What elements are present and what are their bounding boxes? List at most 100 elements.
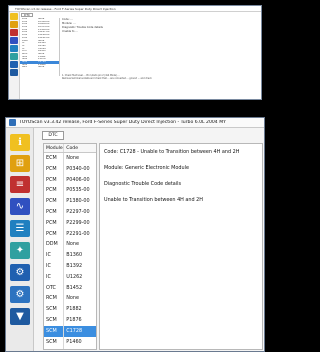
info-icon[interactable]: ℹ <box>10 134 30 151</box>
table-row[interactable]: RCM None <box>44 293 96 305</box>
dtc-icon[interactable] <box>10 29 18 36</box>
main-titlebar: TOYOScan v3.3.42 release, Ford F-Series … <box>6 118 264 128</box>
cell-module: PCM <box>44 174 65 186</box>
screenshot-page: TOYOScan v3.4x release - Ford F-Series S… <box>0 0 270 352</box>
cell-code: None <box>64 347 96 349</box>
dtc-icon-glyph: ≡ <box>15 178 25 190</box>
cell-code: P2291-00 <box>66 230 90 237</box>
table-header: Module Code <box>44 144 96 153</box>
top-list-row[interactable]: ABS None <box>20 66 59 69</box>
table-body: ECM None PCM P0340-00 PCM P0406-00 PCM P0535-00… <box>44 153 96 349</box>
gear-icon[interactable]: ⚙ <box>10 264 30 281</box>
detail-description: Unable to Transition between 4H and 2H <box>104 197 203 203</box>
gauge-icon[interactable]: ⊞ <box>10 155 30 172</box>
sidebar: ℹ ⊞ ≡ ∿ ☰ ✦ ⚙ ⚙ ▼ <box>6 128 34 351</box>
table-row[interactable]: IC U1262 <box>44 271 96 283</box>
info-icon[interactable] <box>10 13 18 20</box>
network-icon[interactable]: ⚙ <box>10 286 30 303</box>
wrench-icon[interactable]: ✦ <box>10 242 30 259</box>
cell-code: None <box>66 155 80 161</box>
cell-module: PCM <box>44 217 65 229</box>
cell-code: P0340-00 <box>66 165 90 172</box>
table-row[interactable]: PCM P0535-00 <box>44 185 96 197</box>
graph-icon[interactable] <box>10 37 18 44</box>
table-row[interactable]: IC B1360 <box>44 250 96 261</box>
table-row[interactable]: DDM None <box>44 239 96 251</box>
tab-dtc[interactable]: DTC <box>42 131 64 140</box>
cell-code: P0535-00 <box>66 187 90 194</box>
cell-module: OTC <box>44 282 65 294</box>
cell-code: P1460 <box>66 338 82 345</box>
column-header-code[interactable]: Code <box>64 144 96 152</box>
wrench-icon[interactable] <box>10 53 18 60</box>
cell-module: PCM <box>44 228 65 240</box>
wrench-icon-glyph: ✦ <box>15 244 25 256</box>
app-icon <box>9 119 16 126</box>
cell-module: RCM <box>44 293 65 305</box>
gauge-icon-glyph: ⊞ <box>15 157 25 169</box>
cell-module: DDM <box>44 239 65 251</box>
table-row[interactable]: SCM C1728 <box>44 325 96 337</box>
table-row[interactable]: IC B1392 <box>44 260 96 272</box>
top-dtc-list: ECM None PCM P0340-00 PCM P0406-00 PCM P0535-00… <box>20 18 60 76</box>
dtc-icon[interactable]: ≡ <box>10 176 30 193</box>
gear-icon[interactable] <box>10 61 18 68</box>
top-window-title: TOYOScan v3.4x release - Ford F-Series S… <box>9 6 261 12</box>
shield-icon[interactable]: ▼ <box>10 308 30 325</box>
graph-icon[interactable]: ∿ <box>10 198 30 215</box>
table-row[interactable]: SCM P1460 <box>44 336 96 348</box>
cell-code: P2299-00 <box>66 219 90 226</box>
cell-module: ECM <box>44 153 65 164</box>
table-row[interactable]: PCM P2297-00 <box>44 206 96 218</box>
cell-module: SCM <box>44 314 65 326</box>
top-detail-panel: Code: ... Module: ... Diagnostic Trouble… <box>62 18 257 34</box>
cell-code: None <box>66 295 80 302</box>
shield-icon[interactable] <box>10 69 18 76</box>
detail-code-line: Code: C1728 - Unable to Transition betwe… <box>104 149 240 155</box>
cell-module: PCM <box>44 206 65 218</box>
top-footer-text: 1. Check fluid level ... Pin 1/Auto pin … <box>62 74 257 80</box>
gauge-icon[interactable] <box>10 21 18 28</box>
table-row[interactable]: ABSNone <box>44 347 96 349</box>
cell-code: U1262 <box>66 273 83 280</box>
cell-module: IC <box>44 271 65 283</box>
table-row[interactable]: PCM P0406-00 <box>44 174 96 186</box>
top-row-code: None <box>38 66 45 69</box>
cell-module: IC <box>44 260 65 272</box>
cell-code: B1452 <box>66 284 83 291</box>
detail-panel: Code: C1728 - Unable to Transition betwe… <box>99 143 263 350</box>
main-window: TOYOScan v3.3.42 release, Ford F-Series … <box>5 117 265 352</box>
table-row[interactable]: OTC B1452 <box>44 282 96 294</box>
cell-code: B1392 <box>66 262 83 269</box>
cell-code: P2297-00 <box>66 208 90 215</box>
cell-module: ABS <box>44 347 65 349</box>
cell-code: C1728 <box>66 327 83 334</box>
cell-code: P1876 <box>66 316 82 323</box>
network-icon-glyph: ⚙ <box>15 288 25 300</box>
top-window: TOYOScan v3.4x release - Ford F-Series S… <box>8 5 262 100</box>
table-row[interactable]: PCM P1380-00 <box>44 196 96 207</box>
table-row[interactable]: PCM P0340-00 <box>44 163 96 175</box>
cell-code: P1380-00 <box>66 198 90 205</box>
table-row[interactable]: ECM None <box>44 153 96 164</box>
graph-icon-glyph: ∿ <box>15 200 25 212</box>
cell-code: P0406-00 <box>66 176 90 183</box>
top-detail-desc: Unable to ... <box>62 30 78 33</box>
list-icon[interactable]: ☰ <box>10 220 30 237</box>
table-row[interactable]: SCM P1882 <box>44 304 96 315</box>
shield-icon-glyph: ▼ <box>16 310 24 322</box>
cell-module: PCM <box>44 163 65 175</box>
top-tab-dtc[interactable]: DTC <box>21 13 33 17</box>
column-header-module[interactable]: Module <box>44 144 65 152</box>
table-row[interactable]: PCM P2299-00 <box>44 217 96 229</box>
top-footer-line: Remove terminal sockets and check that .… <box>62 77 152 80</box>
cell-module: PCM <box>44 196 65 207</box>
table-row[interactable]: SCM P1876 <box>44 314 96 326</box>
main-window-title: TOYOScan v3.3.42 release, Ford F-Series … <box>19 120 226 125</box>
detail-module-line: Module: Generic Electronic Module <box>104 165 189 171</box>
cell-code: B1360 <box>66 252 83 259</box>
info-icon-glyph: ℹ <box>18 136 22 148</box>
list-icon[interactable] <box>10 45 18 52</box>
detail-heading: Diagnostic Trouble Code details <box>104 181 182 187</box>
table-row[interactable]: PCM P2291-00 <box>44 228 96 240</box>
